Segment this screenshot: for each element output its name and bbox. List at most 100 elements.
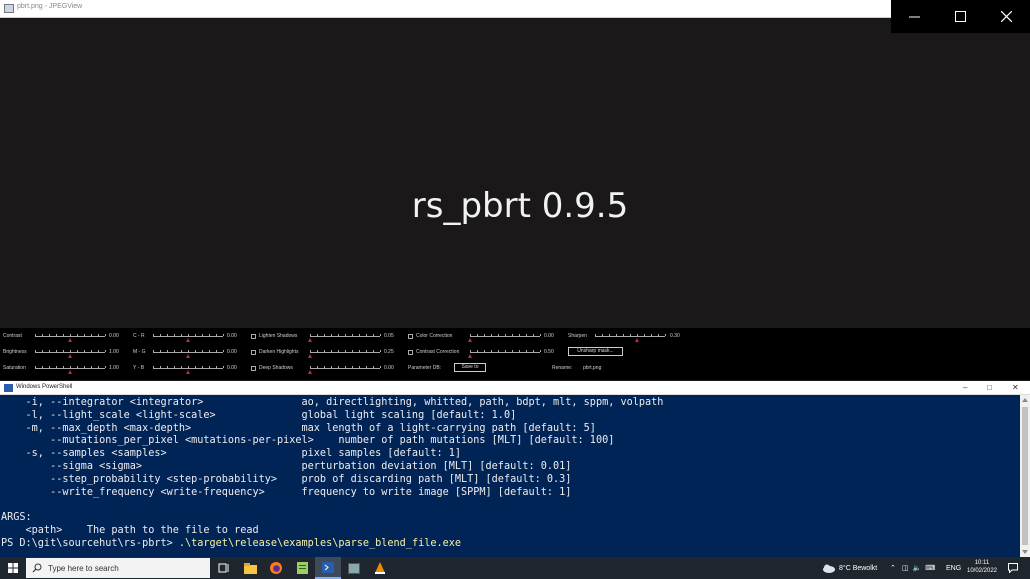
unsharp-mask-button[interactable]: Unsharp mask... <box>568 347 623 356</box>
slider-thumb[interactable] <box>308 370 312 374</box>
darken-highlights-slider[interactable] <box>308 350 381 358</box>
firefox-icon <box>270 562 282 574</box>
clock-date: 10/02/2022 <box>966 568 998 574</box>
cr-value: 0.00 <box>227 333 237 339</box>
ps-maximize-button[interactable]: □ <box>987 383 992 392</box>
taskbar: Type here to search 8°C Bewolkt ⌃ ◫ 🔈 ⌨ … <box>0 557 1030 579</box>
darken-highlights-label: Darken Highlights <box>259 349 299 355</box>
brightness-slider[interactable] <box>35 350 106 358</box>
contrast-correction-checkbox[interactable] <box>408 350 413 355</box>
keyboard-icon[interactable]: ⌨ <box>925 564 935 572</box>
parameter-db-label: Parameter DB: <box>408 365 442 371</box>
lighten-shadows-value: 0.05 <box>384 333 394 339</box>
taskbar-file-explorer[interactable] <box>237 557 263 579</box>
console-line: --step_probability <step-probability> pr… <box>1 473 572 485</box>
scroll-down-arrow-icon[interactable] <box>1022 550 1028 554</box>
taskbar-notepad[interactable] <box>289 557 315 579</box>
taskbar-vlc[interactable] <box>367 557 393 579</box>
search-placeholder: Type here to search <box>48 563 119 573</box>
taskbar-firefox[interactable] <box>263 557 289 579</box>
console-line: ARGS: <box>1 512 32 524</box>
sharpen-slider[interactable] <box>595 334 666 342</box>
chevron-up-icon[interactable]: ⌃ <box>890 564 896 572</box>
slider-thumb[interactable] <box>186 370 190 374</box>
contrast-correction-slider[interactable] <box>468 350 541 358</box>
slider-thumb[interactable] <box>308 354 312 358</box>
console-line: -i, --integrator <integrator> ao, direct… <box>1 397 664 408</box>
ps-close-button[interactable]: ✕ <box>1012 383 1019 392</box>
slider-thumb[interactable] <box>308 338 312 342</box>
notepad-icon <box>296 562 308 574</box>
slider-thumb[interactable] <box>68 354 72 358</box>
start-button[interactable] <box>0 557 26 579</box>
slider-thumb[interactable] <box>68 338 72 342</box>
console-output[interactable]: -i, --integrator <integrator> ao, direct… <box>0 395 1020 557</box>
image-file-icon <box>4 4 14 13</box>
slider-thumb[interactable] <box>468 354 472 358</box>
taskbar-powershell[interactable] <box>315 557 341 579</box>
prompt: PS D:\git\sourcehut\rs-pbrt> <box>1 537 179 549</box>
window-title: pbrt.png - JPEGView <box>17 3 83 10</box>
volume-icon[interactable]: 🔈 <box>913 564 922 572</box>
rename-value[interactable]: pbrt.png <box>583 365 601 372</box>
cr-slider[interactable] <box>153 334 224 342</box>
slider-thumb[interactable] <box>68 370 72 374</box>
darken-highlights-value: 0.25 <box>384 349 394 355</box>
powershell-title: Windows PowerShell <box>16 384 73 390</box>
sharpen-value: 0.30 <box>670 333 680 339</box>
scroll-up-arrow-icon[interactable] <box>1022 398 1028 402</box>
taskbar-jpegview[interactable] <box>341 557 367 579</box>
console-scrollbar[interactable] <box>1020 395 1030 557</box>
mg-value: 0.00 <box>227 349 237 355</box>
sharpen-label: Sharpen <box>568 333 587 339</box>
console-line: -s, --samples <samples> pixel samples [d… <box>1 448 462 460</box>
image-canvas[interactable] <box>0 18 1030 328</box>
powershell-title-bar[interactable]: Windows PowerShell – □ ✕ <box>0 381 1030 395</box>
slider-thumb[interactable] <box>635 338 639 342</box>
language-text: ENG <box>946 564 962 572</box>
lighten-shadows-checkbox[interactable] <box>251 334 256 339</box>
windows-logo-icon <box>8 563 18 573</box>
slider-thumb[interactable] <box>468 338 472 342</box>
deep-shadows-checkbox[interactable] <box>251 366 256 371</box>
console-line: <path> The path to the file to read <box>1 524 259 536</box>
slider-thumb[interactable] <box>186 338 190 342</box>
brightness-label: Brightness <box>3 349 27 355</box>
cloud-icon <box>823 564 835 573</box>
search-box[interactable]: Type here to search <box>26 558 210 578</box>
contrast-value: 0.00 <box>109 333 119 339</box>
saturation-label: Saturation <box>3 365 26 371</box>
contrast-correction-label: Contrast Correction <box>416 349 460 355</box>
task-view-button[interactable] <box>211 557 237 579</box>
save-to-button[interactable]: Save to <box>454 363 486 372</box>
vlc-icon <box>375 562 385 574</box>
yb-label: Y - B <box>133 365 145 371</box>
darken-highlights-checkbox[interactable] <box>251 350 256 355</box>
jpegview-title-bar[interactable]: pbrt.png - JPEGView <box>0 0 891 18</box>
network-icon[interactable]: ◫ <box>902 564 909 572</box>
slider-thumb[interactable] <box>186 354 190 358</box>
clock[interactable]: 10:11 10/02/2022 <box>962 559 1002 575</box>
color-correction-slider[interactable] <box>468 334 541 342</box>
powershell-window: Windows PowerShell – □ ✕ -i, --integrato… <box>0 381 1030 557</box>
mg-slider[interactable] <box>153 350 224 358</box>
color-correction-label: Color Correction <box>416 333 453 339</box>
ps-minimize-button[interactable]: – <box>963 383 967 392</box>
saturation-slider[interactable] <box>35 366 106 374</box>
rename-label: Rename: <box>552 365 573 371</box>
contrast-slider[interactable] <box>35 334 106 342</box>
lighten-shadows-slider[interactable] <box>308 334 381 342</box>
rendered-image-text: rs_pbrt 0.9.5 <box>411 186 629 226</box>
yb-slider[interactable] <box>153 366 224 374</box>
language-indicator[interactable]: ENG <box>946 557 961 579</box>
console-line: -l, --light_scale <light-scale> global l… <box>1 409 517 421</box>
weather-widget[interactable]: 8°C Bewolkt <box>822 557 877 579</box>
scrollbar-thumb[interactable] <box>1022 407 1028 545</box>
notifications-button[interactable] <box>1008 557 1018 579</box>
powershell-icon <box>4 384 13 392</box>
clock-time: 10:11 <box>974 560 990 566</box>
deep-shadows-slider[interactable] <box>308 366 381 374</box>
color-correction-checkbox[interactable] <box>408 334 413 339</box>
deep-shadows-value: 0.00 <box>384 365 394 371</box>
